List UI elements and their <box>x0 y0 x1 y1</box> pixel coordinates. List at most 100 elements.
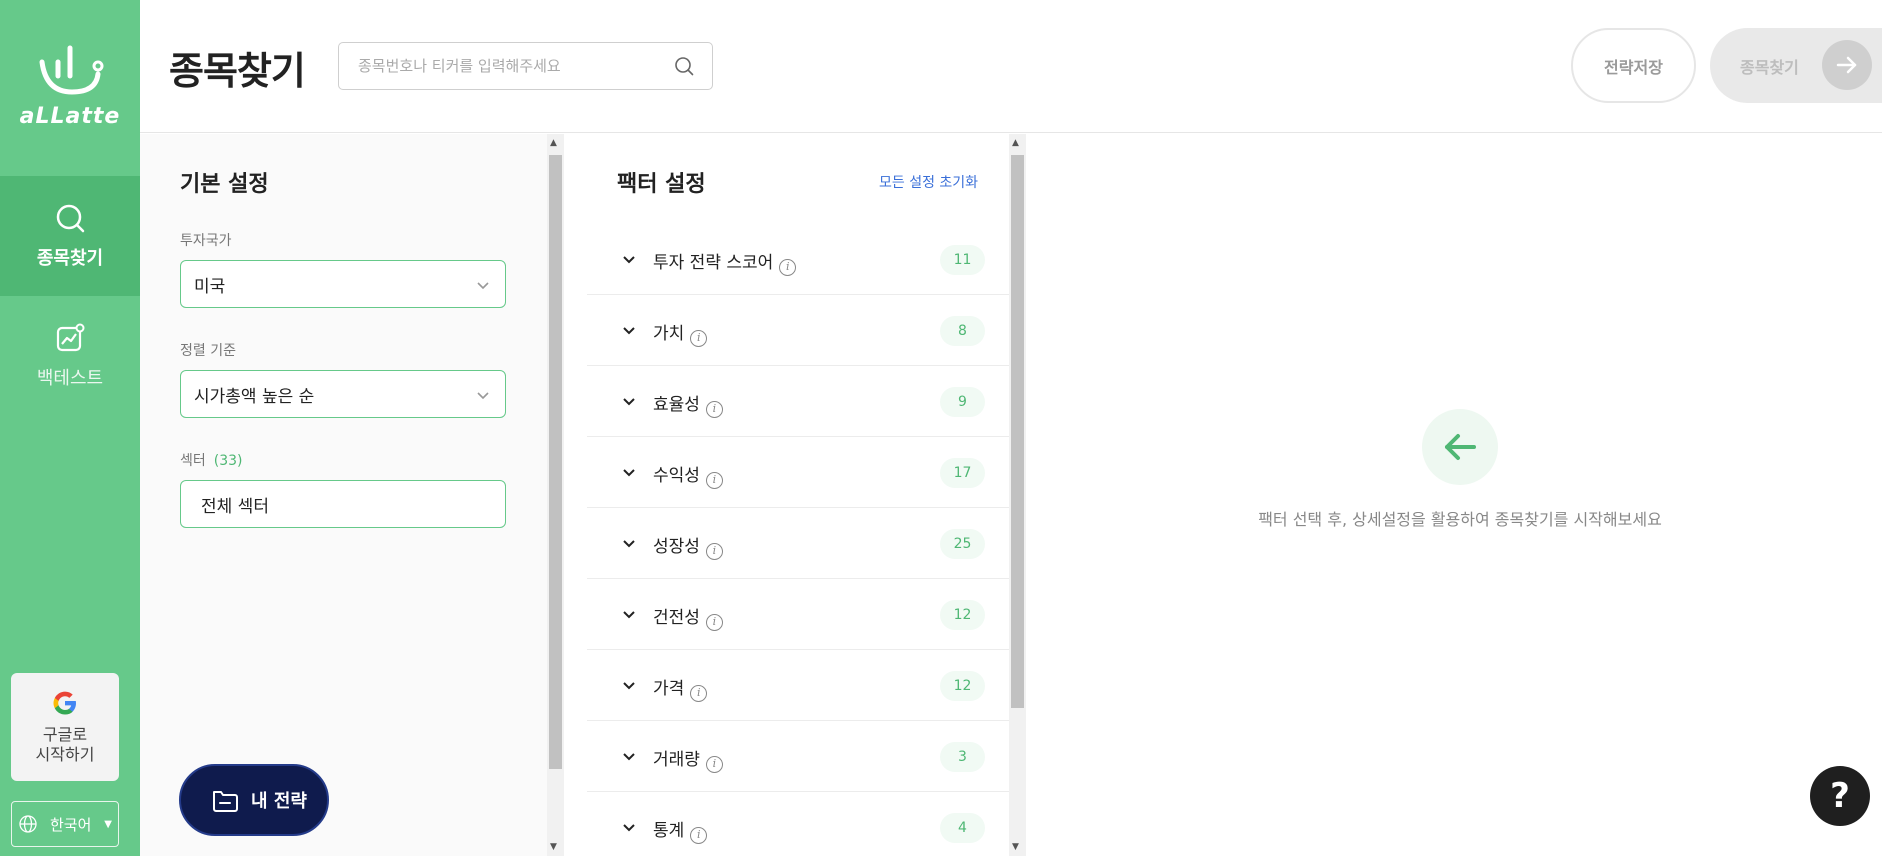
factor-name-wrap: 수익성 i <box>653 461 723 489</box>
info-icon[interactable]: i <box>705 756 723 773</box>
factor-row[interactable]: 거래량 i 3 <box>587 721 1009 792</box>
factor-name: 가격 <box>653 679 685 699</box>
chevron-down-icon[interactable] <box>621 394 637 410</box>
factor-name: 수익성 <box>653 466 700 486</box>
search-box <box>338 42 713 90</box>
basic-panel-scrollbar[interactable]: ▲ ▼ <box>547 134 564 856</box>
language-select[interactable]: 한국어 ▼ <box>11 801 119 847</box>
factor-count-badge: 17 <box>940 458 985 488</box>
factor-row[interactable]: 통계 i 4 <box>587 792 1009 856</box>
factor-count-badge: 12 <box>940 600 985 630</box>
google-login-label: 구글로 시작하기 <box>35 725 95 764</box>
sidebar: aLLatte 종목찾기 백테스트 구글로 시작하기 한국어 ▼ <box>0 0 140 856</box>
basic-settings-panel: 기본 설정 투자국가 미국 정렬 기준 시가총액 높은 순 섹터 (33) 전체 … <box>140 134 547 856</box>
empty-state-message: 팩터 선택 후, 상세설정을 활용하여 종목찾기를 시작해보세요 <box>1258 510 1662 529</box>
factor-row[interactable]: 효율성 i 9 <box>587 366 1009 437</box>
factor-row[interactable]: 성장성 i 25 <box>587 508 1009 579</box>
info-icon[interactable]: i <box>690 685 708 702</box>
country-select[interactable]: 미국 <box>180 260 506 308</box>
save-strategy-button[interactable]: 전략저장 <box>1571 28 1696 103</box>
country-value: 미국 <box>194 276 226 297</box>
chevron-down-icon <box>477 282 489 290</box>
factor-count-badge: 12 <box>940 671 985 701</box>
factor-row[interactable]: 수익성 i 17 <box>587 437 1009 508</box>
logo-text: aLLatte <box>19 104 121 129</box>
chevron-down-icon[interactable] <box>621 820 637 836</box>
my-strategy-button[interactable]: 내 전략 <box>179 764 329 836</box>
factor-name-wrap: 투자 전략 스코어 i <box>653 248 797 276</box>
sector-label: 섹터 (33) <box>180 450 243 470</box>
sector-count: (33) <box>213 453 243 469</box>
factor-row[interactable]: 투자 전략 스코어 i 11 <box>587 224 1009 295</box>
info-icon[interactable]: i <box>705 543 723 560</box>
sector-select[interactable]: 전체 섹터 <box>180 480 506 528</box>
info-icon[interactable]: i <box>705 401 723 418</box>
find-stocks-button[interactable]: 종목찾기 <box>1710 28 1882 103</box>
nav-label: 백테스트 <box>36 368 104 389</box>
factor-count-badge: 4 <box>940 813 985 843</box>
reset-all-link[interactable]: 모든 설정 초기화 <box>879 172 978 192</box>
scroll-up-arrow-icon[interactable]: ▲ <box>1012 138 1019 148</box>
logo[interactable]: aLLatte <box>0 40 140 140</box>
factor-row[interactable]: 가격 i 12 <box>587 650 1009 721</box>
google-login-button[interactable]: 구글로 시작하기 <box>11 673 119 781</box>
scrollbar-thumb[interactable] <box>1011 155 1024 708</box>
globe-icon <box>19 815 37 833</box>
factor-count-badge: 25 <box>940 529 985 559</box>
chevron-down-icon[interactable] <box>621 252 637 268</box>
factor-name: 효율성 <box>653 395 700 415</box>
info-icon[interactable]: i <box>690 330 708 347</box>
sector-value: 전체 섹터 <box>201 496 269 517</box>
factor-name: 건전성 <box>653 608 700 628</box>
factor-row[interactable]: 건전성 i 12 <box>587 579 1009 650</box>
search-icon <box>56 204 85 233</box>
header: 종목찾기 전략저장 종목찾기 <box>140 0 1882 133</box>
factor-count-badge: 8 <box>940 316 985 346</box>
help-button[interactable]: ? <box>1810 766 1870 826</box>
chevron-down-icon[interactable] <box>621 678 637 694</box>
google-icon <box>53 691 76 715</box>
factor-panel-scrollbar[interactable]: ▲ ▼ <box>1009 134 1026 856</box>
factor-name: 거래량 <box>653 750 700 770</box>
chevron-down-icon[interactable] <box>621 465 637 481</box>
basic-settings-heading: 기본 설정 <box>180 172 269 197</box>
factor-name-wrap: 통계 i <box>653 816 708 844</box>
chevron-down-icon[interactable] <box>621 536 637 552</box>
logo-icon <box>39 45 104 95</box>
info-icon[interactable]: i <box>779 259 797 276</box>
chart-icon <box>56 323 85 352</box>
factor-settings-heading: 팩터 설정 <box>617 172 706 197</box>
results-area: 팩터 선택 후, 상세설정을 활용하여 종목찾기를 시작해보세요 <box>1029 134 1882 856</box>
factor-name-wrap: 가치 i <box>653 319 708 347</box>
scrollbar-thumb[interactable] <box>549 155 562 769</box>
nav-item-backtest[interactable]: 백테스트 <box>0 296 140 416</box>
info-icon[interactable]: i <box>690 827 708 844</box>
chevron-down-icon[interactable] <box>621 749 637 765</box>
factor-name-wrap: 효율성 i <box>653 390 723 418</box>
factor-count-badge: 3 <box>940 742 985 772</box>
chevron-down-icon[interactable] <box>621 323 637 339</box>
page-title: 종목찾기 <box>169 49 306 93</box>
language-label: 한국어 <box>50 815 92 834</box>
info-icon[interactable]: i <box>705 472 723 489</box>
sector-label-text: 섹터 <box>180 453 206 469</box>
scroll-up-arrow-icon[interactable]: ▲ <box>550 138 557 148</box>
chevron-down-icon[interactable] <box>621 607 637 623</box>
factor-count-badge: 9 <box>940 387 985 417</box>
arrow-right-icon <box>1822 40 1872 90</box>
factor-settings-panel: 팩터 설정 모든 설정 초기화 투자 전략 스코어 i 11 가치 i 8 효율성 i 9 수익성… <box>587 134 1009 856</box>
scroll-down-arrow-icon[interactable]: ▼ <box>1012 842 1019 852</box>
factor-name: 통계 <box>653 821 685 841</box>
nav-item-stock-finder[interactable]: 종목찾기 <box>0 176 140 296</box>
factor-name-wrap: 성장성 i <box>653 532 723 560</box>
scroll-down-arrow-icon[interactable]: ▼ <box>550 842 557 852</box>
info-icon[interactable]: i <box>705 614 723 631</box>
my-strategy-label: 내 전략 <box>251 791 307 812</box>
search-input[interactable] <box>339 43 659 89</box>
search-icon[interactable] <box>674 56 694 76</box>
factor-name-wrap: 거래량 i <box>653 745 723 773</box>
sort-select[interactable]: 시가총액 높은 순 <box>180 370 506 418</box>
factor-name-wrap: 가격 i <box>653 674 708 702</box>
factor-row[interactable]: 가치 i 8 <box>587 295 1009 366</box>
factor-name: 성장성 <box>653 537 700 557</box>
